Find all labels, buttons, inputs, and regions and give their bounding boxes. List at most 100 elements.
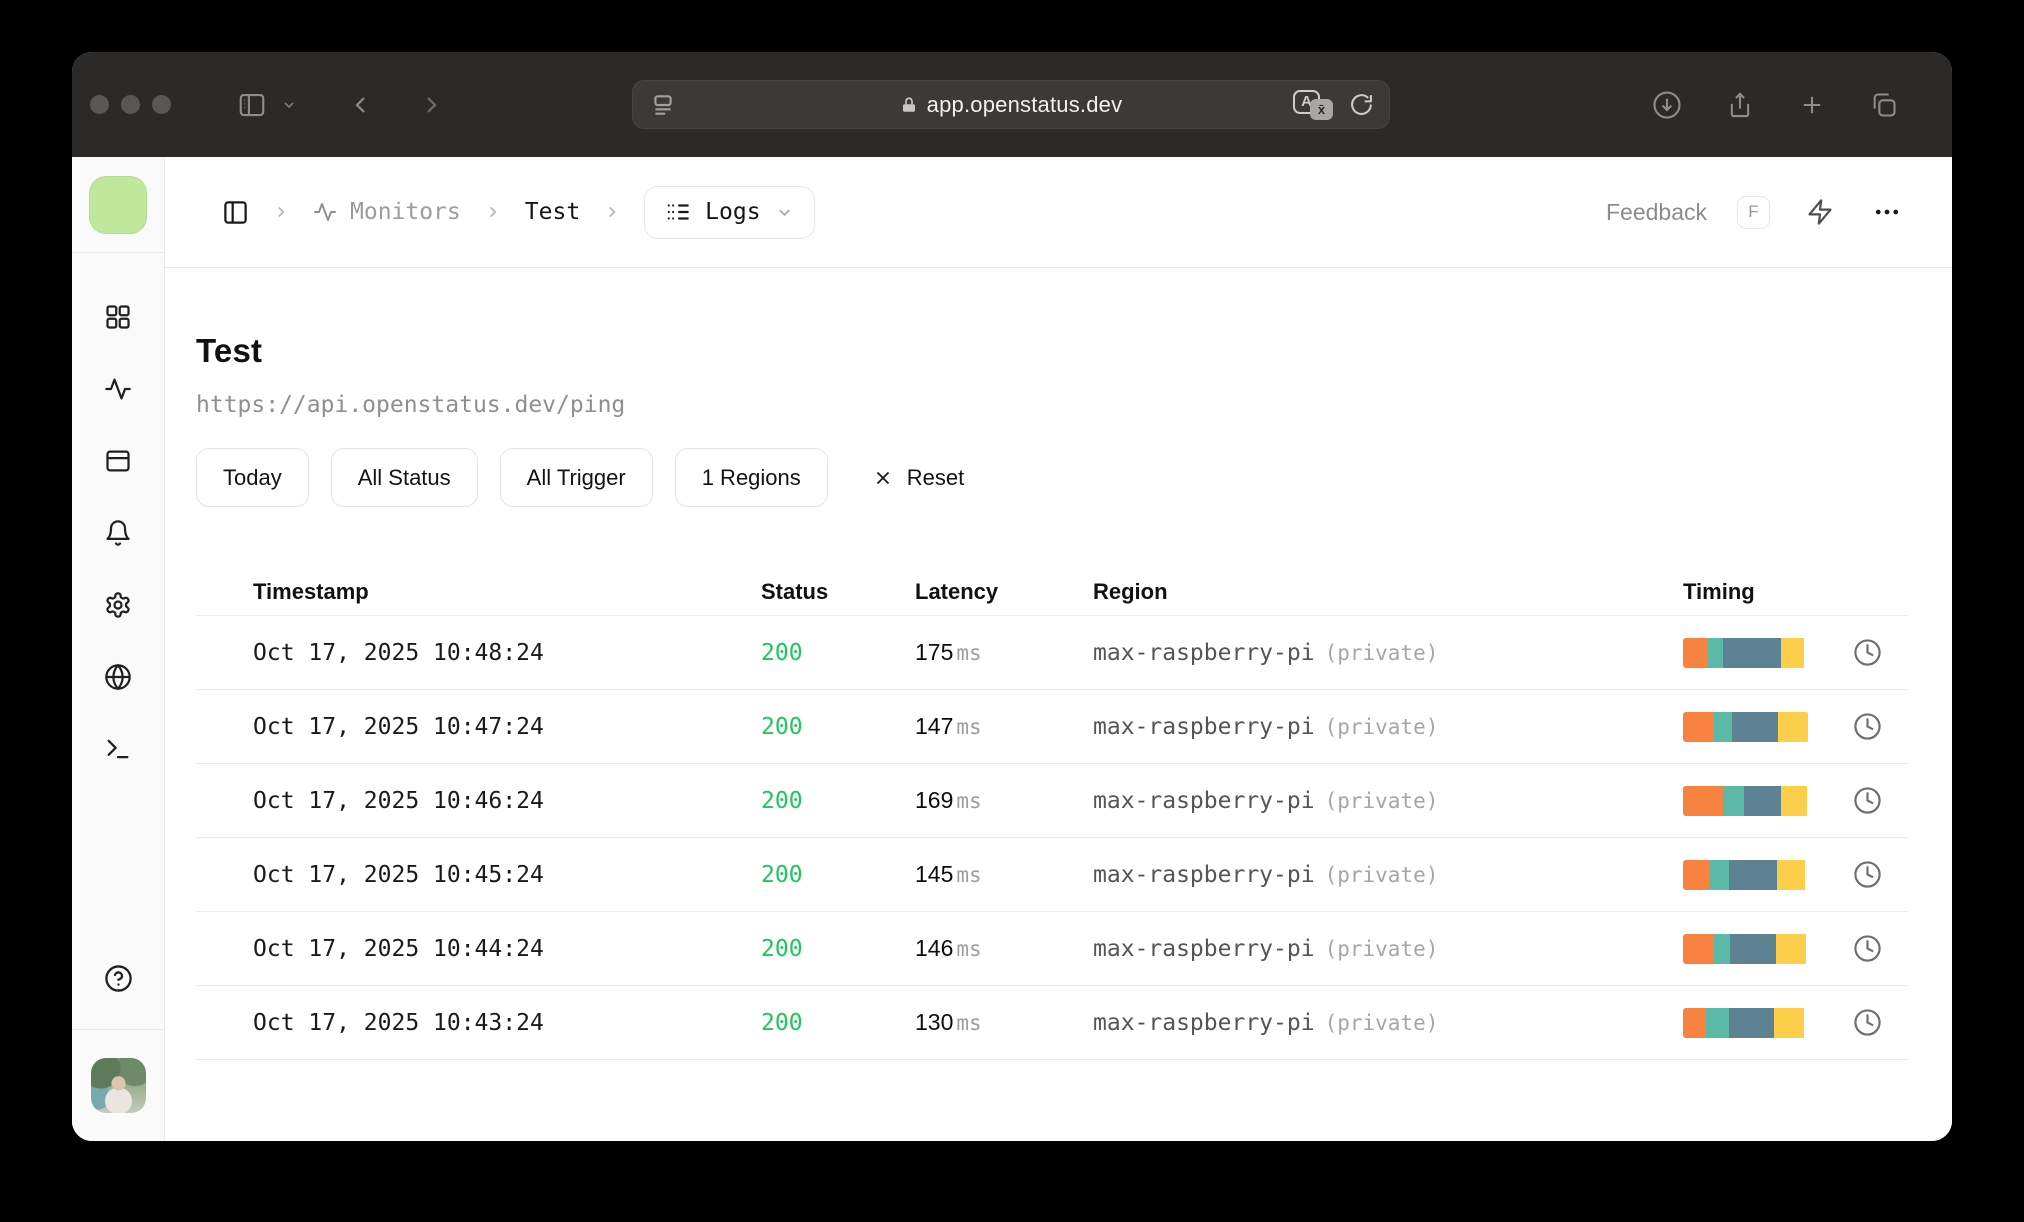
close-icon — [876, 471, 889, 484]
timing-segment — [1778, 711, 1808, 742]
filter-trigger-button[interactable]: All Trigger — [499, 448, 653, 507]
timing-bar — [1683, 859, 1809, 890]
translate-icon[interactable]: A x̄ — [1293, 89, 1333, 120]
filter-period-button[interactable]: Today — [196, 448, 309, 507]
log-latency-unit: ms — [956, 863, 982, 887]
timing-segment — [1714, 711, 1732, 742]
timing-segment — [1710, 859, 1729, 890]
timing-segment — [1781, 785, 1807, 816]
timing-segment — [1723, 785, 1744, 816]
timing-bar — [1683, 711, 1809, 742]
monitor-endpoint: https://api.openstatus.dev/ping — [196, 392, 626, 418]
view-selector-button[interactable]: Logs — [644, 185, 815, 239]
timing-bar — [1683, 785, 1809, 816]
log-region-note: (private) — [1324, 1010, 1439, 1035]
log-row[interactable]: Oct 17, 2025 10:45:24 200 145 ms max-rasp… — [196, 837, 1908, 911]
url-text[interactable]: app.openstatus.dev — [927, 92, 1123, 118]
filter-regions-button[interactable]: 1 Regions — [674, 448, 828, 507]
clock-icon[interactable] — [1809, 934, 1908, 963]
page-settings-icon[interactable] — [650, 92, 676, 118]
log-latency: 169 — [915, 787, 954, 813]
breadcrumb-monitors[interactable]: Monitors — [313, 199, 461, 225]
log-latency: 146 — [915, 935, 954, 961]
log-timestamp: Oct 17, 2025 10:47:24 — [253, 713, 544, 740]
chevron-right-icon — [272, 203, 290, 221]
back-icon[interactable] — [349, 93, 373, 117]
traffic-lights[interactable] — [72, 95, 171, 114]
sidebar-item-regions[interactable] — [104, 663, 132, 691]
log-row[interactable]: Oct 17, 2025 10:48:24 200 175 ms max-rasp… — [196, 615, 1908, 689]
log-status: 200 — [761, 935, 803, 962]
activity-icon — [314, 203, 336, 221]
log-timestamp: Oct 17, 2025 10:43:24 — [253, 1009, 544, 1036]
timing-segment — [1683, 637, 1708, 668]
help-icon[interactable] — [104, 964, 133, 993]
log-region: max-raspberry-pi — [1093, 787, 1315, 814]
col-timestamp[interactable]: Timestamp — [253, 579, 761, 605]
log-row[interactable]: Oct 17, 2025 10:47:24 200 147 ms max-rasp… — [196, 689, 1908, 763]
view-selector-label: Logs — [705, 199, 761, 225]
timing-bar — [1683, 933, 1809, 964]
reset-filters-button[interactable]: Reset — [872, 465, 964, 491]
sidebar-item-notifications[interactable] — [104, 519, 132, 547]
log-status: 200 — [761, 861, 803, 888]
panel-toggle-icon[interactable] — [222, 199, 249, 226]
page-title: Test — [196, 332, 263, 369]
log-latency-unit: ms — [956, 1011, 982, 1035]
zap-icon[interactable] — [1806, 198, 1834, 226]
minimize-button[interactable] — [121, 95, 140, 114]
timing-segment — [1723, 637, 1781, 668]
col-timing[interactable]: Timing — [1683, 579, 1809, 605]
col-region[interactable]: Region — [1093, 579, 1683, 605]
share-icon[interactable] — [1726, 91, 1754, 119]
sidebar-item-cli[interactable] — [104, 735, 132, 763]
breadcrumb-monitor-name[interactable]: Test — [525, 199, 580, 225]
user-avatar[interactable] — [90, 1058, 146, 1113]
clock-icon[interactable] — [1809, 712, 1908, 741]
tab-group-chevron-icon[interactable] — [281, 97, 297, 113]
sidebar-item-dashboard[interactable] — [104, 303, 132, 331]
forward-icon[interactable] — [419, 93, 443, 117]
feedback-button[interactable]: Feedback — [1606, 199, 1707, 226]
sidebar-item-status-pages[interactable] — [104, 447, 132, 475]
clock-icon[interactable] — [1809, 1008, 1908, 1037]
log-region-note: (private) — [1324, 714, 1439, 739]
log-row[interactable]: Oct 17, 2025 10:43:24 200 130 ms max-rasp… — [196, 985, 1908, 1059]
sidebar-toggle-icon[interactable] — [237, 90, 267, 120]
chevron-right-icon — [603, 203, 621, 221]
log-latency-unit: ms — [956, 715, 982, 739]
log-row[interactable]: Oct 17, 2025 10:46:24 200 169 ms max-rasp… — [196, 763, 1908, 837]
clock-icon[interactable] — [1809, 638, 1908, 667]
clock-icon[interactable] — [1809, 786, 1908, 815]
timing-segment — [1713, 933, 1730, 964]
more-menu-icon[interactable] — [1872, 197, 1902, 227]
log-latency-unit: ms — [956, 937, 982, 961]
log-latency: 147 — [915, 713, 954, 739]
timing-segment — [1729, 859, 1777, 890]
col-status[interactable]: Status — [761, 579, 915, 605]
filter-status-button[interactable]: All Status — [330, 448, 478, 507]
filter-bar: Today All Status All Trigger 1 Regions R… — [196, 448, 1952, 507]
log-row[interactable]: Oct 17, 2025 10:44:24 200 146 ms max-rasp… — [196, 911, 1908, 985]
log-status: 200 — [761, 787, 803, 814]
reload-icon[interactable] — [1349, 92, 1374, 117]
timing-segment — [1708, 637, 1723, 668]
timing-segment — [1683, 1007, 1706, 1038]
downloads-icon[interactable] — [1652, 90, 1682, 120]
log-timestamp: Oct 17, 2025 10:48:24 — [253, 639, 544, 666]
log-region: max-raspberry-pi — [1093, 713, 1315, 740]
col-latency[interactable]: Latency — [915, 579, 1093, 605]
new-tab-icon[interactable] — [1798, 91, 1826, 119]
sidebar-item-monitors[interactable] — [104, 375, 132, 403]
timing-segment — [1706, 1007, 1729, 1038]
logs-icon — [667, 204, 690, 220]
zoom-button[interactable] — [152, 95, 171, 114]
sidebar-item-settings[interactable] — [104, 591, 132, 619]
close-button[interactable] — [90, 95, 109, 114]
workspace-logo[interactable] — [89, 175, 147, 234]
address-bar[interactable]: app.openstatus.dev A x̄ — [632, 80, 1390, 129]
browser-window: app.openstatus.dev A x̄ Monitors Test Lo… — [72, 52, 1952, 1141]
clock-icon[interactable] — [1809, 860, 1908, 889]
tab-overview-icon[interactable] — [1870, 91, 1898, 119]
timing-segment — [1729, 1007, 1774, 1038]
